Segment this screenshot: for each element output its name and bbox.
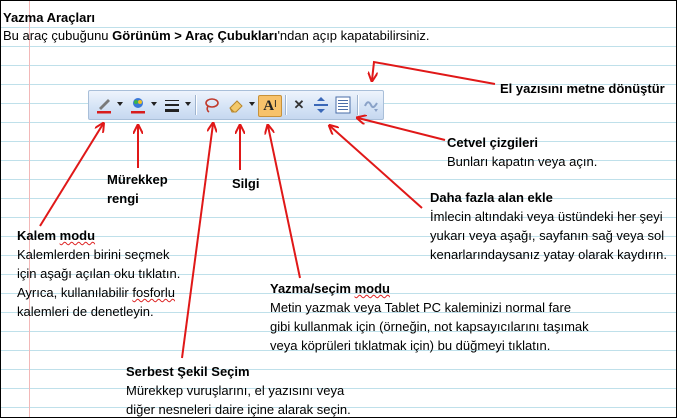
arrow-pen-mode bbox=[39, 124, 103, 227]
arrow-type-mode bbox=[268, 126, 301, 279]
callout-arrows bbox=[39, 60, 496, 359]
arrow-ruled-lines bbox=[358, 118, 446, 141]
arrow-lasso bbox=[181, 124, 213, 359]
arrow-convert bbox=[372, 60, 496, 85]
arrow-add-space bbox=[330, 126, 423, 209]
